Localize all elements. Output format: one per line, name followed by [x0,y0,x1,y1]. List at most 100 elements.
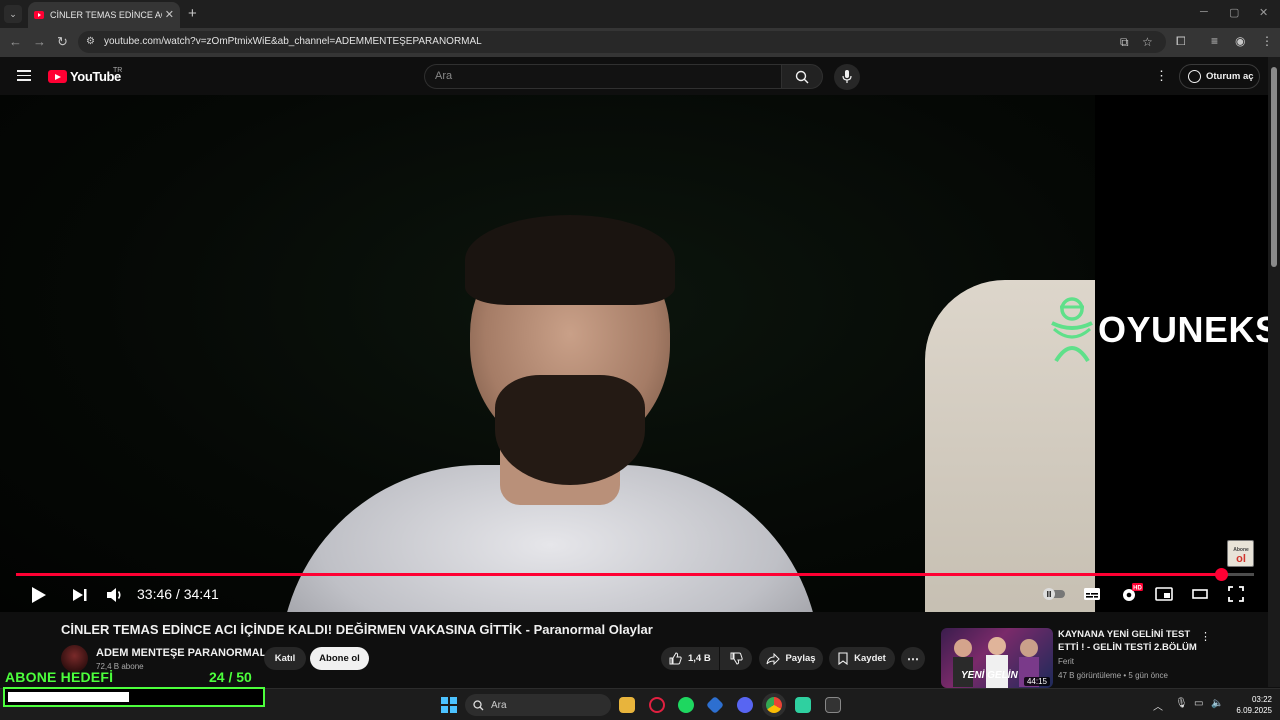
app-terminal-icon[interactable] [825,697,841,713]
search-button[interactable] [781,64,823,89]
more-actions-button[interactable]: ⋯ [901,647,925,670]
volume-icon[interactable] [106,586,124,604]
minimize-icon[interactable]: ─ [1200,6,1208,18]
address-bar[interactable]: ⚙ youtube.com/watch?v=zOmPtmixWiE&ab_cha… [78,31,1166,53]
join-button[interactable]: Katıl [264,647,306,670]
bookmark-icon [838,652,848,665]
save-button[interactable]: Kaydet [829,647,895,670]
app-network-icon[interactable] [705,695,725,715]
theater-mode-icon[interactable] [1192,589,1208,599]
voice-search-button[interactable] [834,64,860,90]
play-icon[interactable] [31,586,47,604]
tab-close-icon[interactable]: ✕ [165,8,174,21]
channel-watermark: OYUNEKS [1048,295,1268,365]
speaker-tray-icon[interactable]: 🔈 [1211,698,1223,709]
settings-more-icon[interactable]: ⋮ [1155,68,1168,84]
youtube-play-logo-icon [48,70,67,83]
miniplayer-icon[interactable] [1155,587,1173,601]
clock[interactable]: 03:22 6.09.2025 [1232,694,1272,716]
discord-icon[interactable] [737,697,753,713]
subscribe-button[interactable]: Abone ol [310,647,369,670]
subtitles-icon[interactable] [1083,587,1101,601]
progress-played [16,573,1221,576]
share-icon [766,652,781,665]
thumbnail-text: YENİ GELİN [961,670,1018,681]
suggested-video-channel[interactable]: Ferit [1058,657,1074,666]
extensions-icon[interactable]: ⧠ [1176,34,1186,49]
progress-bar[interactable] [16,568,1254,581]
subscriber-goal-label: ABONE HEDEFİ [5,669,114,685]
network-tray-icon[interactable]: ▭ [1194,698,1203,709]
window-close-icon[interactable]: ✕ [1259,6,1268,19]
like-button[interactable]: 1,4 B [661,647,719,670]
suggested-video-title[interactable]: KAYNANA YENİ GELİNİ TEST ETTİ ! - GELİN … [1058,628,1198,654]
video-player[interactable]: OYUNEKS Abone ol 33:46 / 34:41 HD [0,95,1268,612]
tab-search-button[interactable]: ⌄ [4,5,22,23]
subscriber-goal-bar [3,687,265,707]
subscribe-sticker-icon: Abone ol [1227,540,1254,567]
app-green-icon[interactable] [795,697,811,713]
clock-date: 6.09.2025 [1236,706,1272,715]
new-tab-icon[interactable]: + [188,5,197,22]
profile-icon[interactable]: ◉ [1235,34,1245,48]
chrome-icon[interactable] [766,697,782,713]
svg-text:HD: HD [1133,585,1142,591]
search-box[interactable] [424,64,781,89]
back-icon[interactable]: ← [9,34,22,49]
next-video-icon[interactable] [72,588,88,602]
more-horizontal-icon: ⋯ [907,651,919,666]
file-explorer-icon[interactable] [619,697,635,713]
forward-icon[interactable]: → [33,34,46,49]
watermark-text: OYUNEKS [1098,309,1268,350]
search-icon [795,70,809,83]
chrome-menu-icon[interactable]: ⋮ [1261,34,1273,48]
browser-toolbar: ← → ↻ ⚙ youtube.com/watch?v=zOmPtmixWiE&… [0,28,1280,57]
thumbs-down-icon [730,652,743,665]
site-info-icon[interactable]: ⚙ [86,36,98,48]
suggested-video-meta: 47 B görüntüleme • 5 gün önce [1058,671,1168,680]
video-person-beard [495,375,645,485]
dislike-button[interactable] [720,647,752,670]
signin-label: Oturum aç [1206,71,1254,82]
restore-icon[interactable]: ▢ [1229,6,1239,19]
scrollbar-thumb[interactable] [1271,67,1277,267]
browser-tab-strip: ⌄ CİNLER TEMAS EDİNCE ACI İÇİNDE KALDI! … [0,0,1280,28]
taskbar-search-icon [473,699,484,710]
country-code: TR [113,67,123,74]
page-scrollbar[interactable] [1268,57,1280,687]
install-app-icon[interactable]: ⧉ [1120,35,1129,50]
windows-start-icon[interactable] [441,697,457,713]
spotify-icon[interactable] [678,697,694,713]
microphone-tray-icon[interactable]: 🎙 [1175,698,1188,709]
video-person-hair [465,215,675,305]
signin-button[interactable]: Oturum aç [1179,64,1260,89]
fullscreen-icon[interactable] [1228,586,1244,602]
channel-avatar[interactable] [61,645,88,672]
youtube-logo[interactable]: YouTube [48,69,121,84]
hamburger-menu-icon[interactable] [17,70,31,81]
search-input[interactable] [435,70,765,82]
browser-tab[interactable]: CİNLER TEMAS EDİNCE ACI İÇİNDE KALDI! ✕ [28,2,180,28]
share-button[interactable]: Paylaş [759,647,823,670]
suggested-video-thumbnail[interactable]: YENİ GELİN 44:15 [941,628,1053,688]
tray-overflow-icon[interactable]: ︿ [1153,698,1163,713]
subscriber-goal-fill [8,692,129,702]
svg-text:ol: ol [1236,553,1246,565]
autoplay-toggle-icon[interactable] [1041,587,1067,601]
channel-name[interactable]: ADEM MENTEŞE PARANORMAL [96,647,266,659]
youtube-favicon-icon [34,11,44,19]
account-icon [1188,70,1201,83]
share-label: Paylaş [785,653,816,664]
reload-icon[interactable]: ↻ [57,34,68,50]
taskbar-search[interactable]: Ara [465,694,611,716]
settings-gear-icon[interactable]: HD [1120,582,1144,604]
bookmark-star-icon[interactable]: ☆ [1142,35,1153,49]
youtube-header: YouTube TR ⋮ Oturum aç [0,57,1268,95]
reading-list-icon[interactable]: ≡ [1211,34,1218,48]
suggested-more-icon[interactable]: ⋮ [1200,630,1211,643]
progress-scrubber[interactable] [1214,568,1228,581]
url-text[interactable]: youtube.com/watch?v=zOmPtmixWiE&ab_chann… [104,36,482,47]
opera-icon[interactable] [649,697,665,713]
video-duration: 44:15 [1023,677,1050,686]
like-count: 1,4 B [688,653,711,664]
